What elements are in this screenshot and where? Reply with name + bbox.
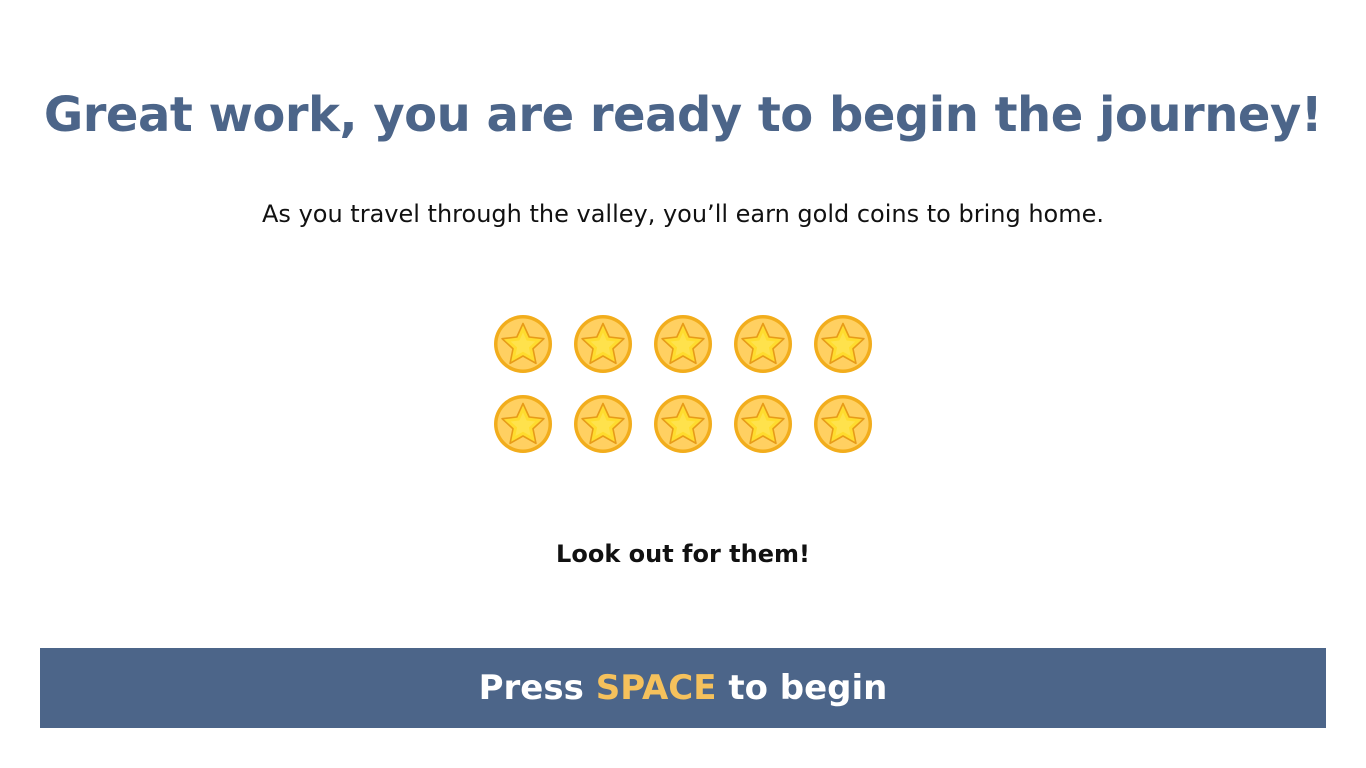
gold-star-coin-icon xyxy=(653,314,713,374)
gold-star-coin-icon xyxy=(653,394,713,454)
start-suffix: to begin xyxy=(728,668,888,708)
coin-grid xyxy=(493,314,873,454)
page-title: Great work, you are ready to begin the j… xyxy=(43,87,1323,143)
gold-star-coin-icon xyxy=(733,314,793,374)
start-banner[interactable]: Press SPACE to begin xyxy=(40,648,1326,728)
gold-star-coin-icon xyxy=(813,314,873,374)
reminder-text: Look out for them! xyxy=(556,540,810,568)
start-prefix: Press xyxy=(478,668,584,708)
space-key-label: SPACE xyxy=(595,668,717,708)
gold-star-coin-icon xyxy=(733,394,793,454)
gold-star-coin-icon xyxy=(813,394,873,454)
instruction-text: As you travel through the valley, you’ll… xyxy=(262,200,1104,228)
gold-star-coin-icon xyxy=(493,394,553,454)
gold-star-coin-icon xyxy=(493,314,553,374)
gold-star-coin-icon xyxy=(573,314,633,374)
gold-star-coin-icon xyxy=(573,394,633,454)
